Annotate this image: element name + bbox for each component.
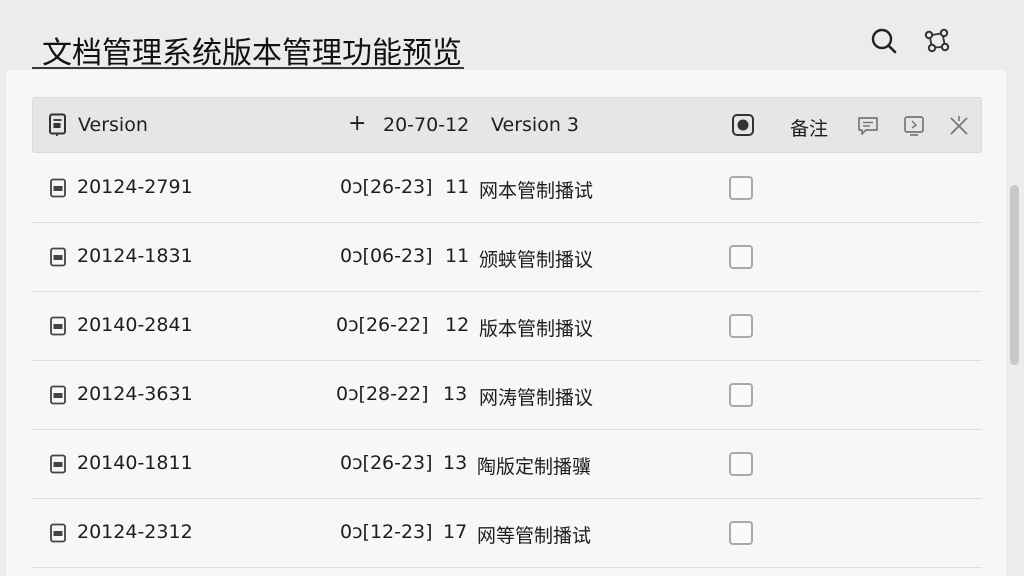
- version-id: 20124-2312: [77, 521, 193, 543]
- notes-column-label: 备注: [790, 118, 829, 140]
- version-id: 20124-2791: [77, 176, 193, 198]
- row-checkbox[interactable]: [729, 245, 753, 269]
- version-id: 20140-1811: [77, 452, 193, 474]
- table-row[interactable]: 20124-3631 0ↄ[28-22] 13 网涛管制播议: [32, 361, 982, 430]
- document-icon: [48, 246, 68, 268]
- row-checkbox[interactable]: [729, 521, 753, 545]
- document-icon: [48, 384, 68, 406]
- version-id: 20140-2841: [77, 314, 193, 336]
- table-row[interactable]: 20124-2312 0ↄ[12-23] 17 网等管制播试: [32, 499, 982, 568]
- version-count: 13: [443, 452, 468, 474]
- table-row[interactable]: 20124-1831 0ↄ[06-23] 11 颁蛱管制播议: [32, 223, 982, 292]
- current-version-label: Version 3: [491, 114, 579, 136]
- top-bar: 文档管理系统版本管理功能预览: [0, 0, 1024, 71]
- table-header: Version + 20-70-12 Version 3 备注: [32, 97, 982, 153]
- compare-icon[interactable]: [901, 113, 927, 139]
- version-date: 0ↄ[26-22]: [336, 314, 429, 336]
- version-date: 0ↄ[28-22]: [336, 383, 429, 405]
- version-date: 0ↄ[12-23]: [340, 521, 433, 543]
- document-icon: [48, 453, 68, 475]
- page-title: 文档管理系统版本管理功能预览: [42, 36, 462, 71]
- table-row[interactable]: 20124-2791 0ↄ[26-23] 11 网本管制播试: [32, 154, 982, 223]
- version-date: 0ↄ[26-23]: [340, 452, 433, 474]
- version-count: 11: [445, 176, 470, 198]
- row-checkbox[interactable]: [729, 176, 753, 200]
- version-id: 20124-3631: [77, 383, 193, 405]
- version-count: 17: [443, 521, 468, 543]
- version-count: 13: [443, 383, 468, 405]
- version-id: 20124-1831: [77, 245, 193, 267]
- document-icon: [48, 177, 68, 199]
- scrollbar-thumb[interactable]: [1010, 185, 1019, 365]
- version-date: 0ↄ[26-23]: [340, 176, 433, 198]
- document-icon: [48, 522, 68, 544]
- document-icon: [47, 113, 69, 137]
- share-nodes-icon[interactable]: [922, 26, 952, 56]
- row-checkbox[interactable]: [729, 452, 753, 476]
- title-underline: [32, 67, 464, 69]
- version-date: 0ↄ[06-23]: [340, 245, 433, 267]
- table-row[interactable]: 20140-1811 0ↄ[26-23] 13 陶版定制播骥: [32, 430, 982, 499]
- version-description: 颁蛱管制播议: [479, 249, 594, 271]
- document-icon: [48, 315, 68, 337]
- version-description: 版本管制播议: [479, 318, 594, 340]
- version-description: 网等管制播试: [477, 525, 592, 547]
- search-icon[interactable]: [869, 26, 899, 56]
- table-row[interactable]: 20140-2841 0ↄ[26-22] 12 版本管制播议: [32, 292, 982, 361]
- version-description: 网涛管制播议: [479, 387, 594, 409]
- row-checkbox[interactable]: [729, 314, 753, 338]
- version-column-label: Version: [78, 114, 148, 136]
- header-date: 20-70-12: [383, 114, 470, 136]
- version-count: 12: [445, 314, 470, 336]
- row-checkbox[interactable]: [729, 383, 753, 407]
- comment-icon[interactable]: [855, 113, 881, 139]
- version-count: 11: [445, 245, 470, 267]
- add-version-button[interactable]: +: [348, 111, 366, 136]
- version-description: 网本管制播试: [479, 180, 594, 202]
- close-icon[interactable]: [946, 113, 972, 139]
- version-description: 陶版定制播骥: [477, 456, 592, 478]
- select-all-radio[interactable]: [731, 113, 755, 137]
